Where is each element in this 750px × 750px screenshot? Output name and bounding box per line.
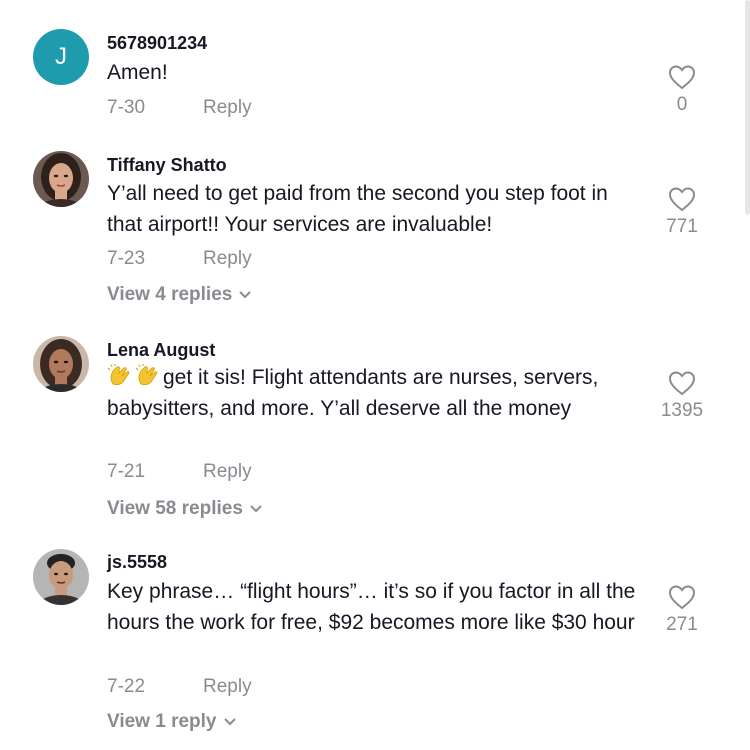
- view-replies-label: View 58 replies: [107, 498, 243, 519]
- reply-button[interactable]: Reply: [203, 676, 252, 698]
- heart-icon: [668, 187, 696, 212]
- woman-portrait-icon: [33, 336, 89, 392]
- heart-icon: [668, 65, 696, 90]
- view-replies-button[interactable]: View 4 replies: [107, 284, 252, 306]
- like-button[interactable]: 1395: [642, 370, 722, 422]
- username[interactable]: Tiffany Shatto: [107, 155, 227, 176]
- clapping-hands-icon: [135, 364, 158, 386]
- view-replies-button[interactable]: View 58 replies: [107, 498, 263, 520]
- comment-text: Y’all need to get paid from the second y…: [107, 182, 608, 236]
- comment-date: 7-30: [107, 97, 146, 118]
- username[interactable]: 5678901234: [107, 33, 207, 54]
- like-count: 771: [666, 216, 698, 237]
- comment-date: 7-23: [107, 248, 146, 269]
- comment-text: Amen!: [107, 61, 168, 84]
- chevron-down-icon: [223, 718, 236, 726]
- view-replies-label: View 4 replies: [107, 284, 233, 305]
- comment-meta: 7-30 Reply: [107, 97, 252, 119]
- reply-button[interactable]: Reply: [203, 97, 252, 119]
- comment-meta: 7-21 Reply: [107, 461, 252, 483]
- view-replies-button[interactable]: View 1 reply: [107, 711, 237, 733]
- man-portrait-icon: [33, 549, 89, 605]
- like-button[interactable]: 0: [642, 64, 722, 116]
- comment-date: 7-22: [107, 676, 146, 697]
- woman-portrait-icon: [33, 151, 89, 207]
- avatar-letter: J: [55, 43, 67, 70]
- heart-icon: [668, 585, 696, 610]
- avatar[interactable]: J: [33, 29, 89, 85]
- comment-meta: 7-23 Reply: [107, 248, 252, 270]
- reply-button[interactable]: Reply: [203, 461, 252, 483]
- comment-date: 7-21: [107, 461, 146, 482]
- like-button[interactable]: 271: [642, 584, 722, 636]
- avatar[interactable]: [33, 549, 89, 605]
- heart-icon: [668, 371, 696, 396]
- avatar[interactable]: [33, 336, 89, 392]
- view-replies-label: View 1 reply: [107, 711, 217, 732]
- like-count: 271: [666, 614, 698, 635]
- comment-text: Key phrase… “flight hours”… it’s so if y…: [107, 580, 636, 634]
- clapping-hands-icon: [107, 364, 130, 386]
- reply-button[interactable]: Reply: [203, 248, 252, 270]
- username[interactable]: js.5558: [107, 552, 167, 573]
- scrollbar[interactable]: [745, 0, 750, 215]
- chevron-down-icon: [239, 291, 252, 299]
- username[interactable]: Lena August: [107, 340, 215, 361]
- comment-text: get it sis! Flight attendants are nurses…: [107, 363, 642, 424]
- comment-text-body: get it sis! Flight attendants are nurses…: [107, 366, 599, 420]
- like-button[interactable]: 771: [642, 186, 722, 238]
- comment-meta: 7-22 Reply: [107, 676, 252, 698]
- like-count: 0: [676, 94, 688, 115]
- avatar[interactable]: [33, 151, 89, 207]
- like-count: 1395: [660, 400, 704, 421]
- chevron-down-icon: [250, 505, 262, 513]
